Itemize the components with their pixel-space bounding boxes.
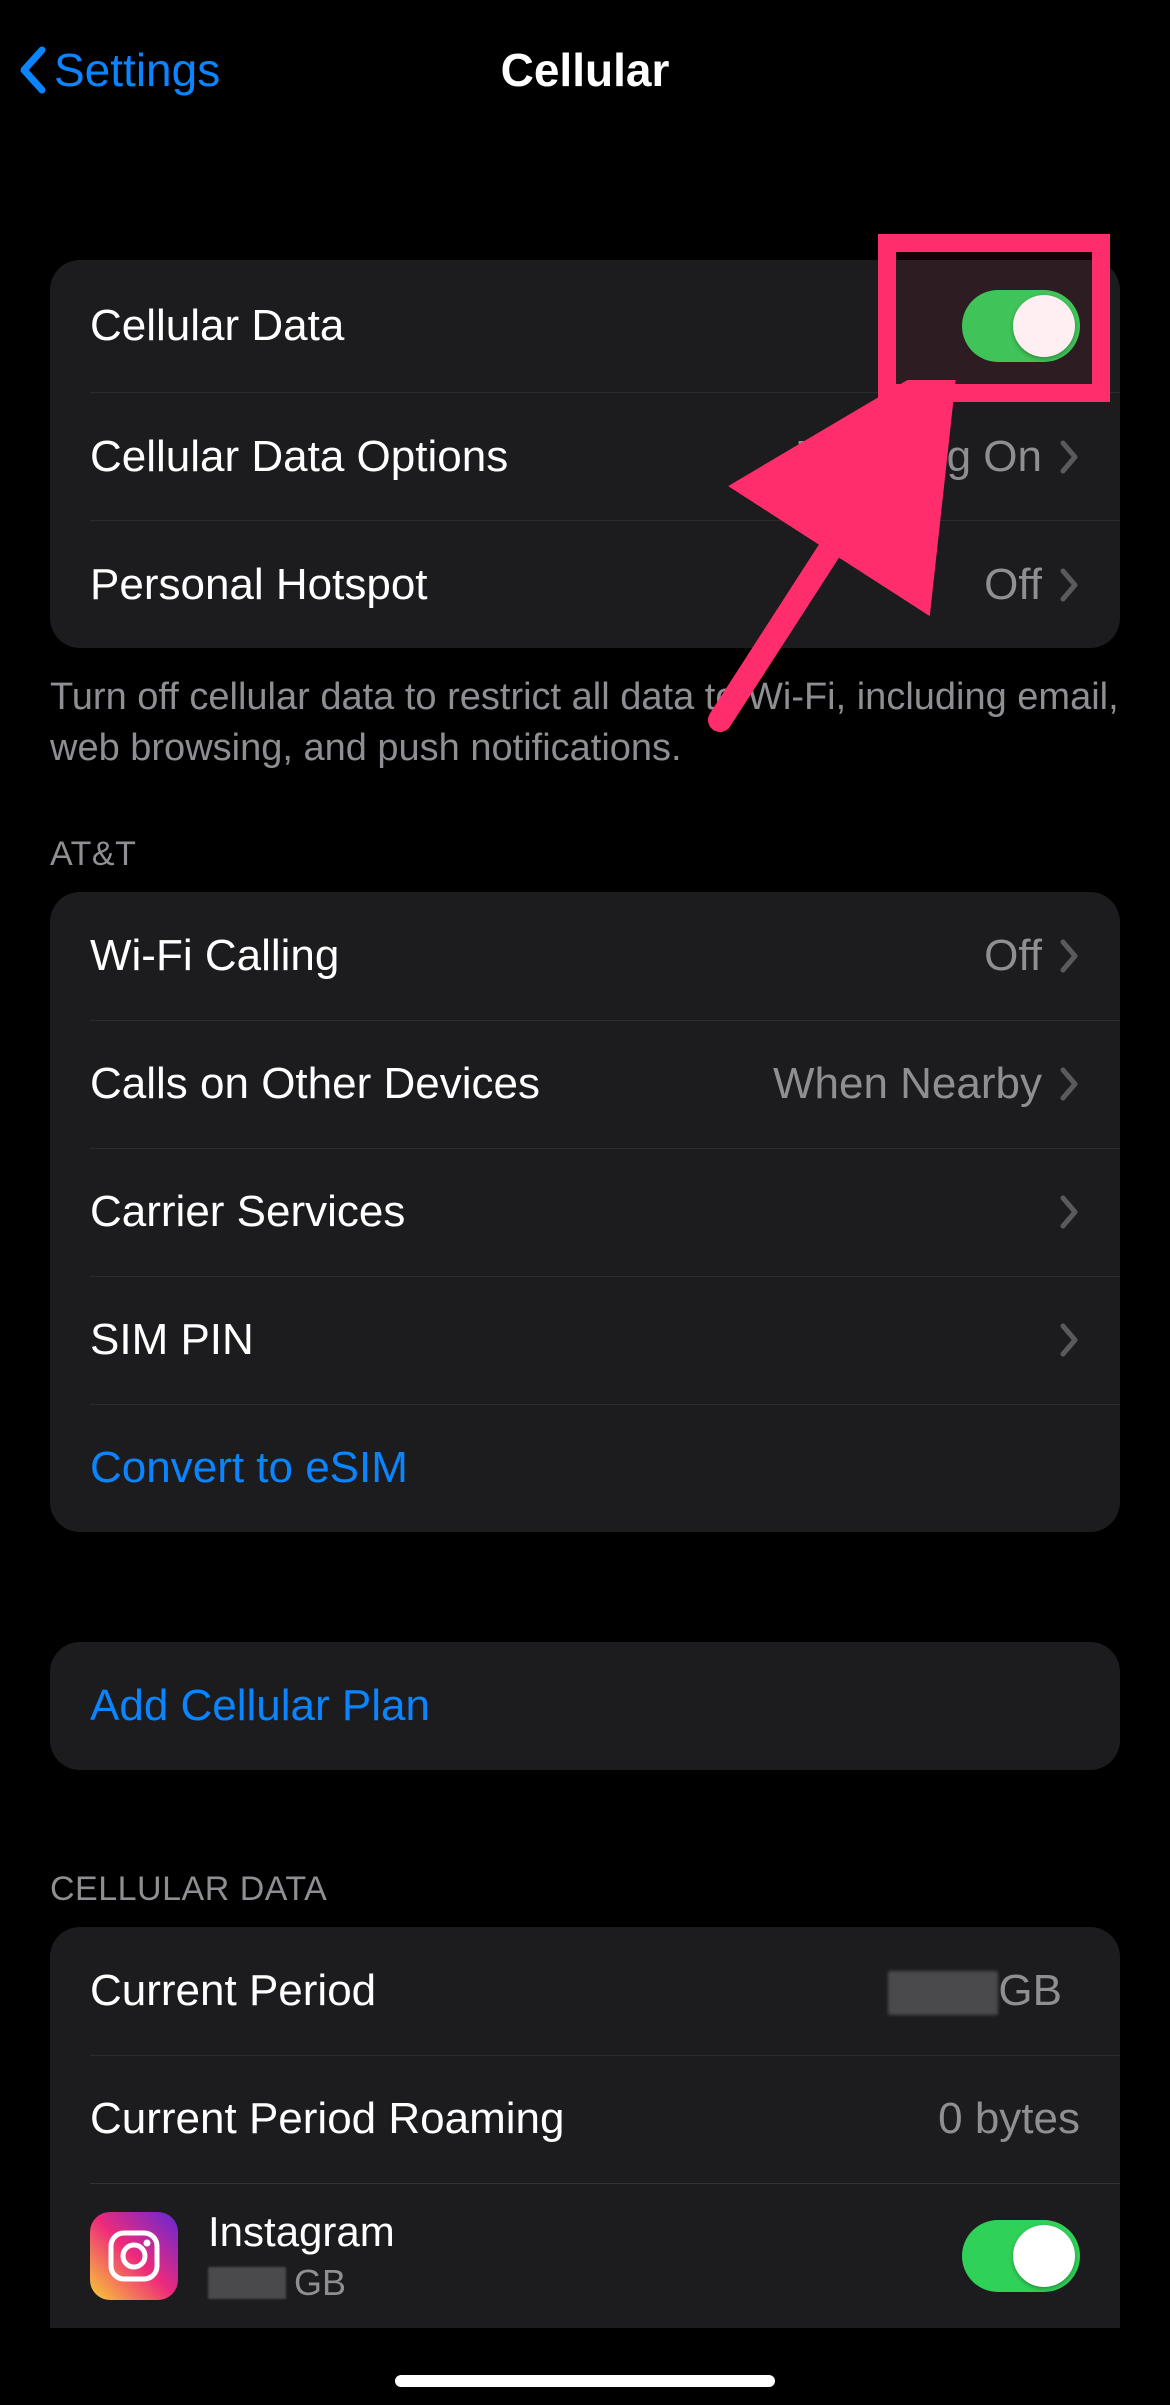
app-usage: GB <box>208 2262 962 2304</box>
wifi-calling-label: Wi-Fi Calling <box>90 931 984 981</box>
cellular-data-label: Cellular Data <box>90 301 962 351</box>
cellular-data-usage-header: CELLULAR DATA <box>0 1770 1170 1927</box>
cellular-data-options-value: Roaming On <box>795 432 1042 482</box>
group-main-footer: Turn off cellular data to restrict all d… <box>0 648 1170 775</box>
instagram-toggle[interactable] <box>962 2220 1080 2292</box>
personal-hotspot-value: Off <box>984 560 1042 610</box>
row-app-instagram[interactable]: Instagram GB <box>90 2183 1120 2328</box>
page-title: Cellular <box>501 43 670 97</box>
row-cellular-data-options[interactable]: Cellular Data Options Roaming On <box>90 392 1120 520</box>
current-period-roaming-value: 0 bytes <box>938 2094 1080 2144</box>
calls-other-label: Calls on Other Devices <box>90 1059 773 1109</box>
row-add-cellular-plan[interactable]: Add Cellular Plan <box>50 1642 1120 1770</box>
personal-hotspot-label: Personal Hotspot <box>90 560 984 610</box>
cellular-data-toggle[interactable] <box>962 290 1080 362</box>
group-carrier: Wi-Fi Calling Off Calls on Other Devices… <box>50 892 1120 1532</box>
chevron-right-icon <box>1060 939 1080 973</box>
row-current-period-roaming: Current Period Roaming 0 bytes <box>90 2055 1120 2183</box>
row-wifi-calling[interactable]: Wi-Fi Calling Off <box>50 892 1120 1020</box>
current-period-label: Current Period <box>90 1966 888 2016</box>
chevron-right-icon <box>1060 568 1080 602</box>
navbar: Settings Cellular <box>0 0 1170 140</box>
row-cellular-data[interactable]: Cellular Data <box>50 260 1120 392</box>
row-carrier-services[interactable]: Carrier Services <box>90 1148 1120 1276</box>
back-label: Settings <box>54 43 220 97</box>
instagram-icon <box>90 2212 178 2300</box>
group-add-plan: Add Cellular Plan <box>50 1642 1120 1770</box>
chevron-right-icon <box>1060 440 1080 474</box>
cellular-data-options-label: Cellular Data Options <box>90 432 795 482</box>
group-main: Cellular Data Cellular Data Options Roam… <box>50 260 1120 648</box>
app-name: Instagram <box>208 2208 962 2256</box>
home-indicator <box>395 2375 775 2387</box>
current-period-value: GB <box>888 1966 1062 2016</box>
toggle-knob <box>1013 2225 1075 2287</box>
row-calls-other-devices[interactable]: Calls on Other Devices When Nearby <box>90 1020 1120 1148</box>
current-period-roaming-label: Current Period Roaming <box>90 2094 938 2144</box>
redacted-value <box>888 1971 998 2015</box>
convert-esim-label: Convert to eSIM <box>90 1443 1080 1493</box>
carrier-services-label: Carrier Services <box>90 1187 1060 1237</box>
group-usage: Current Period GB Current Period Roaming… <box>50 1927 1120 2328</box>
carrier-header: AT&T <box>0 775 1170 892</box>
back-button[interactable]: Settings <box>18 0 220 140</box>
row-current-period: Current Period GB <box>50 1927 1120 2055</box>
chevron-left-icon <box>18 46 46 94</box>
chevron-right-icon <box>1060 1323 1080 1357</box>
calls-other-value: When Nearby <box>773 1059 1042 1109</box>
wifi-calling-value: Off <box>984 931 1042 981</box>
add-cellular-plan-label: Add Cellular Plan <box>90 1681 1080 1731</box>
toggle-knob <box>1013 295 1075 357</box>
chevron-right-icon <box>1060 1195 1080 1229</box>
chevron-right-icon <box>1060 1067 1080 1101</box>
row-sim-pin[interactable]: SIM PIN <box>90 1276 1120 1404</box>
row-convert-esim[interactable]: Convert to eSIM <box>90 1404 1120 1532</box>
row-personal-hotspot[interactable]: Personal Hotspot Off <box>90 520 1120 648</box>
redacted-value <box>208 2267 286 2299</box>
sim-pin-label: SIM PIN <box>90 1315 1060 1365</box>
